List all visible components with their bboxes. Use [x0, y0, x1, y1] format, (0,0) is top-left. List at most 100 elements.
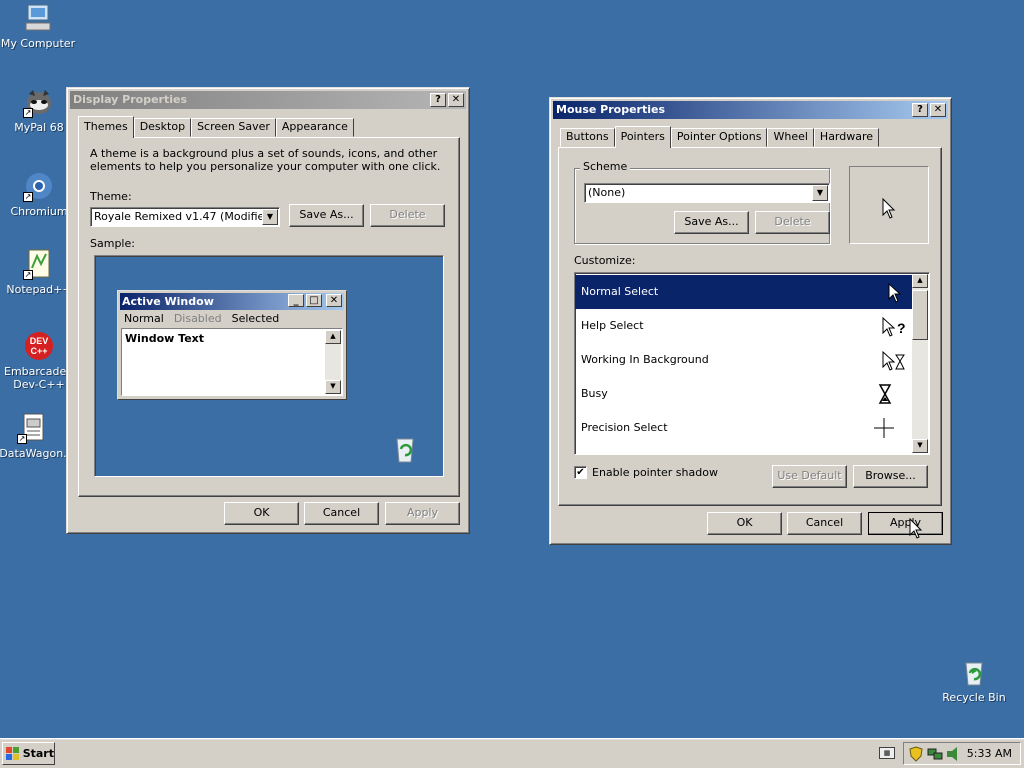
close-button[interactable]: ✕: [930, 103, 946, 117]
scroll-down-icon: ▼: [325, 380, 341, 394]
checkmark-icon: ✔: [576, 467, 585, 478]
notepadpp-icon: ↗: [23, 248, 55, 280]
window-title: Display Properties: [73, 93, 188, 106]
tab-desktop[interactable]: Desktop: [133, 118, 192, 137]
preview-window: Active Window _ □ ✕ Normal Disabled Sele…: [117, 290, 347, 400]
svg-text:C++: C++: [30, 346, 47, 356]
pointers-panel: Scheme (None) ▼ Save As... Delete Custom…: [558, 147, 942, 506]
svg-text:DEV: DEV: [30, 336, 49, 346]
customize-label: Customize:: [574, 254, 636, 267]
theme-save-as-button[interactable]: Save As...: [289, 204, 364, 227]
display-properties-titlebar[interactable]: Display Properties ? ✕: [70, 91, 466, 109]
preview-menu-normal: Normal: [124, 312, 164, 325]
help-button[interactable]: ?: [430, 93, 446, 107]
tab-pointers[interactable]: Pointers: [614, 126, 671, 148]
display-cancel-button[interactable]: Cancel: [304, 502, 379, 525]
mouse-apply-button[interactable]: Apply: [868, 512, 943, 535]
preview-text-area: Window Text ▲ ▼: [121, 328, 343, 396]
scheme-label: Scheme: [580, 160, 631, 173]
close-button[interactable]: ✕: [448, 93, 464, 107]
keyboard-icon[interactable]: ▦: [879, 747, 895, 759]
list-item-working-in-background[interactable]: Working In Background: [575, 343, 912, 377]
preview-menu-disabled: Disabled: [173, 312, 222, 325]
desktop-icon-recycle-bin[interactable]: Recycle Bin: [936, 656, 1012, 704]
desktop-icon-label: Embarcadero Dev-C++: [4, 365, 78, 391]
network-icon[interactable]: [927, 747, 943, 761]
desktop-icon-label: Recycle Bin: [942, 691, 1006, 704]
arrow-cursor-icon: [888, 283, 902, 303]
browse-button[interactable]: Browse...: [853, 465, 928, 488]
scroll-thumb[interactable]: [912, 290, 928, 340]
display-apply-button[interactable]: Apply: [385, 502, 460, 525]
preview-window-text: Window Text: [125, 332, 205, 345]
preview-menu-selected: Selected: [231, 312, 280, 325]
shadow-label: Enable pointer shadow: [592, 466, 718, 479]
tab-pointer-options[interactable]: Pointer Options: [670, 128, 768, 147]
tab-wheel[interactable]: Wheel: [767, 128, 814, 147]
list-item-busy[interactable]: Busy: [575, 377, 912, 411]
recycle-bin-icon: [958, 656, 990, 688]
preview-title: Active Window: [122, 295, 214, 308]
scroll-down-icon[interactable]: ▼: [912, 439, 928, 453]
windows-logo-icon: [6, 746, 19, 760]
close-icon: ✕: [326, 294, 342, 307]
chevron-down-icon[interactable]: ▼: [812, 185, 828, 201]
mouse-properties-titlebar[interactable]: Mouse Properties ? ✕: [553, 101, 948, 119]
scheme-save-as-button[interactable]: Save As...: [674, 211, 749, 234]
start-button[interactable]: Start: [2, 742, 55, 765]
display-properties-window[interactable]: Display Properties ? ✕ Themes Desktop Sc…: [66, 87, 470, 534]
chevron-down-icon[interactable]: ▼: [262, 209, 278, 225]
tab-screen-saver[interactable]: Screen Saver: [191, 118, 276, 137]
use-default-button[interactable]: Use Default: [772, 465, 847, 488]
desktop-icon-datawagon[interactable]: ↗ DataWagon.: [0, 412, 71, 460]
scroll-up-icon[interactable]: ▲: [912, 274, 928, 288]
display-ok-button[interactable]: OK: [224, 502, 299, 525]
theme-label: Theme:: [90, 190, 132, 203]
minimize-icon: _: [288, 294, 304, 307]
system-tray: 5:33 AM: [903, 742, 1021, 765]
scheme-select-value: (None): [588, 186, 626, 199]
theme-description: A theme is a background plus a set of so…: [90, 147, 441, 173]
taskbar: Start ▦ 5:33 AM: [0, 738, 1024, 768]
mouse-ok-button[interactable]: OK: [707, 512, 782, 535]
mouse-cancel-button[interactable]: Cancel: [787, 512, 862, 535]
mouse-tabs: Buttons Pointers Pointer Options Wheel H…: [560, 126, 880, 148]
scheme-delete-button[interactable]: Delete: [755, 211, 830, 234]
shield-icon[interactable]: [909, 746, 923, 762]
list-item-help-select[interactable]: Help Select ?: [575, 309, 912, 343]
pointer-list[interactable]: Normal Select Help Select ? Working In B…: [574, 272, 930, 455]
help-cursor-icon: ?: [882, 317, 906, 337]
help-button[interactable]: ?: [912, 103, 928, 117]
themes-panel: A theme is a background plus a set of so…: [78, 137, 460, 497]
mouse-properties-window[interactable]: Mouse Properties ? ✕ Buttons Pointers Po…: [549, 97, 952, 545]
speaker-icon[interactable]: [946, 747, 960, 761]
arrow-cursor-icon: [882, 198, 896, 219]
list-item-normal-select[interactable]: Normal Select: [575, 275, 912, 309]
preview-titlebar: Active Window _ □ ✕: [120, 293, 344, 310]
preview-menu: Normal Disabled Selected: [124, 312, 279, 325]
theme-select[interactable]: Royale Remixed v1.47 (Modified) ▼: [90, 207, 280, 227]
tab-themes[interactable]: Themes: [78, 116, 134, 138]
pointer-label: Help Select: [581, 319, 644, 332]
theme-delete-button[interactable]: Delete: [370, 204, 445, 227]
clock[interactable]: 5:33 AM: [967, 747, 1012, 760]
pointer-list-scrollbar[interactable]: ▲ ▼: [912, 274, 928, 453]
working-cursor-icon: [882, 351, 905, 371]
pointer-label: Busy: [581, 387, 608, 400]
tab-buttons[interactable]: Buttons: [560, 128, 615, 147]
raccoon-icon: ↗: [23, 86, 55, 118]
hourglass-icon: [878, 384, 892, 404]
shadow-checkbox[interactable]: ✔: [574, 466, 587, 479]
display-tabs: Themes Desktop Screen Saver Appearance: [78, 116, 354, 138]
devcpp-icon: DEV C++: [23, 330, 55, 362]
theme-select-value: Royale Remixed v1.47 (Modified): [94, 210, 276, 223]
pointer-preview-box: [849, 166, 929, 244]
sample-label: Sample:: [90, 237, 135, 250]
desktop-icon-my-computer[interactable]: My Computer: [0, 2, 76, 50]
pointer-label: Normal Select: [581, 285, 659, 298]
document-icon: ↗: [17, 412, 49, 444]
list-item-precision-select[interactable]: Precision Select: [575, 411, 912, 445]
tab-hardware[interactable]: Hardware: [813, 128, 880, 147]
scheme-select[interactable]: (None) ▼: [584, 183, 830, 203]
tab-appearance[interactable]: Appearance: [275, 118, 354, 137]
